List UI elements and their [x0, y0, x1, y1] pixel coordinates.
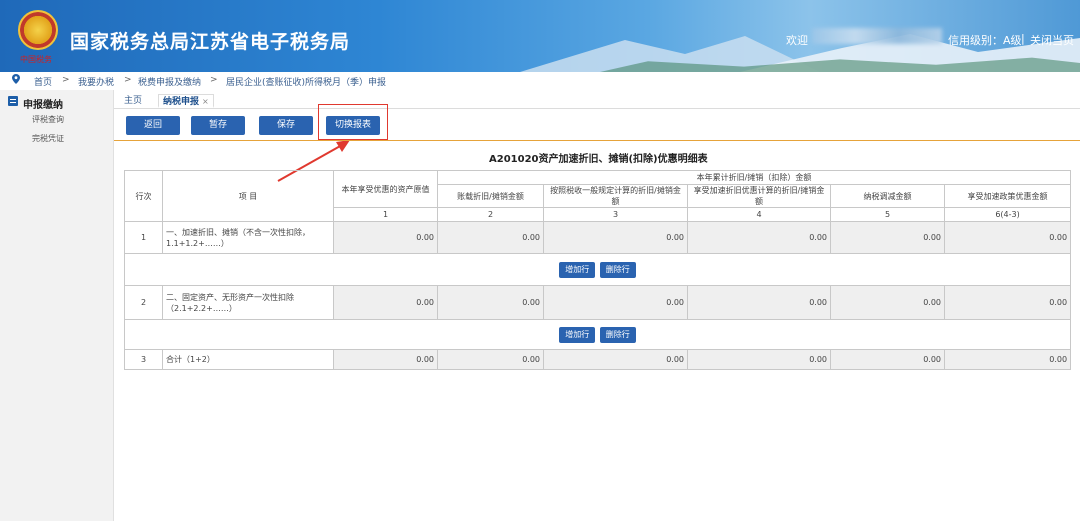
- sidebar-item-assessment-query[interactable]: 评税查询: [32, 114, 64, 125]
- tab-close-icon[interactable]: ×: [202, 97, 209, 106]
- amount-cell: 0.00: [333, 349, 438, 370]
- table-header-row: 行次 项 目 本年享受优惠的资产原值 本年累计折旧/摊销（扣除）金额: [124, 170, 1072, 222]
- form-top-divider: [114, 140, 1080, 141]
- row-number: 3: [124, 349, 163, 370]
- tab-home[interactable]: 主页: [120, 94, 146, 108]
- amount-cell: 0.00: [543, 349, 688, 370]
- header-col5: 纳税调减金额: [830, 184, 945, 208]
- col-number: 4: [687, 207, 831, 222]
- breadcrumb-declaration[interactable]: 税费申报及缴纳: [138, 75, 201, 88]
- header-col3: 按照税收一般规定计算的折旧/摊销金额: [543, 184, 688, 208]
- header-col1: 本年享受优惠的资产原值: [333, 170, 438, 208]
- breadcrumb-home[interactable]: 首页: [34, 75, 52, 88]
- row-actions: 增加行 删除行: [123, 253, 1072, 286]
- delete-row-button[interactable]: 删除行: [599, 326, 636, 343]
- close-page-link[interactable]: 关闭当页: [1030, 32, 1074, 48]
- logo-text: 中国税务: [20, 55, 52, 64]
- welcome-text: 欢迎: [786, 34, 808, 47]
- breadcrumb-separator: >: [210, 75, 218, 85]
- amount-cell[interactable]: 0.00: [333, 285, 438, 320]
- amount-cell[interactable]: 0.00: [437, 221, 544, 254]
- col-number: 3: [543, 207, 688, 222]
- row-item: 合计（1+2）: [162, 349, 334, 370]
- row-actions-cell: 增加行 删除行: [123, 253, 1072, 286]
- col-number: 5: [830, 207, 945, 222]
- header-col2: 账载折旧/摊销金额: [437, 184, 544, 208]
- header-col6: 享受加速政策优惠金额: [943, 184, 1072, 208]
- breadcrumb-separator: >: [124, 75, 132, 85]
- tab-tax-declaration[interactable]: 纳税申报 ×: [158, 94, 214, 108]
- breadcrumb-current: 居民企业(查账征收)所得税月（季）申报: [226, 78, 387, 88]
- site-title: 国家税务总局江苏省电子税务局: [70, 31, 351, 53]
- temp-save-button[interactable]: 暂存: [191, 116, 245, 135]
- amount-cell[interactable]: 0.00: [333, 221, 438, 254]
- header-col4: 享受加速折旧优惠计算的折旧/摊销金额: [687, 184, 831, 208]
- amount-cell: 0.00: [830, 349, 945, 370]
- header-item: 项 目: [162, 170, 334, 222]
- depreciation-table: 行次 项 目 本年享受优惠的资产原值 本年累计折旧/摊销（扣除）金额 账载折旧/…: [123, 170, 1072, 370]
- tab-label: 纳税申报: [163, 97, 200, 107]
- row-actions-cell: 增加行 删除行: [123, 319, 1072, 350]
- row-item: 二、固定资产、无形资产一次性扣除（2.1+2.2+……）: [162, 285, 334, 320]
- amount-cell[interactable]: 0.00: [943, 285, 1072, 320]
- amount-cell[interactable]: 0.00: [543, 221, 688, 254]
- sidebar-item-tax-certificate[interactable]: 完税凭证: [32, 133, 64, 144]
- row-actions: 增加行 删除行: [123, 319, 1072, 350]
- annotation-highlight-box: [318, 104, 388, 140]
- amount-cell[interactable]: 0.00: [830, 285, 945, 320]
- amount-cell[interactable]: 0.00: [437, 285, 544, 320]
- header-group: 本年累计折旧/摊销（扣除）金额: [436, 170, 1072, 185]
- header-row-no: 行次: [124, 170, 163, 222]
- back-button[interactable]: 返回: [126, 116, 180, 135]
- sidebar-title[interactable]: 申报缴纳: [23, 96, 63, 111]
- add-row-button[interactable]: 增加行: [559, 261, 596, 278]
- col-number: 2: [437, 207, 544, 222]
- table-row: 2 二、固定资产、无形资产一次性扣除（2.1+2.2+……） 0.00 0.00…: [124, 285, 1072, 320]
- row-number: 1: [124, 221, 163, 254]
- amount-cell[interactable]: 0.00: [687, 285, 831, 320]
- amount-cell: 0.00: [943, 349, 1072, 370]
- tax-emblem-logo: [18, 10, 58, 50]
- breadcrumb-separator: >: [62, 75, 70, 85]
- save-button[interactable]: 保存: [259, 116, 313, 135]
- col-number: 6(4-3): [943, 207, 1072, 222]
- header-separator: |: [1021, 32, 1025, 45]
- amount-cell[interactable]: 0.00: [687, 221, 831, 254]
- table-row: 1 一、加速折旧、摊销（不含一次性扣除，1.1+1.2+……） 0.00 0.0…: [124, 221, 1072, 254]
- sidebar: [0, 90, 114, 521]
- menu-list-icon: [8, 96, 18, 106]
- blurred-username: [812, 28, 942, 44]
- amount-cell[interactable]: 0.00: [543, 285, 688, 320]
- amount-cell[interactable]: 0.00: [830, 221, 945, 254]
- location-pin-icon: [12, 74, 20, 84]
- row-number: 2: [124, 285, 163, 320]
- col-number: 1: [333, 207, 438, 222]
- credit-level: 信用级别：A级: [948, 34, 1022, 47]
- amount-cell[interactable]: 0.00: [943, 221, 1072, 254]
- breadcrumb-tax-handling[interactable]: 我要办税: [78, 75, 114, 88]
- row-item: 一、加速折旧、摊销（不含一次性扣除，1.1+1.2+……）: [162, 221, 334, 254]
- amount-cell: 0.00: [437, 349, 544, 370]
- tab-bar: [114, 92, 1080, 109]
- table-row-total: 3 合计（1+2） 0.00 0.00 0.00 0.00 0.00 0.00: [124, 349, 1072, 370]
- add-row-button[interactable]: 增加行: [559, 326, 596, 343]
- delete-row-button[interactable]: 删除行: [599, 261, 636, 278]
- amount-cell: 0.00: [687, 349, 831, 370]
- form-title: A201020资产加速折旧、摊销(扣除)优惠明细表: [489, 154, 708, 165]
